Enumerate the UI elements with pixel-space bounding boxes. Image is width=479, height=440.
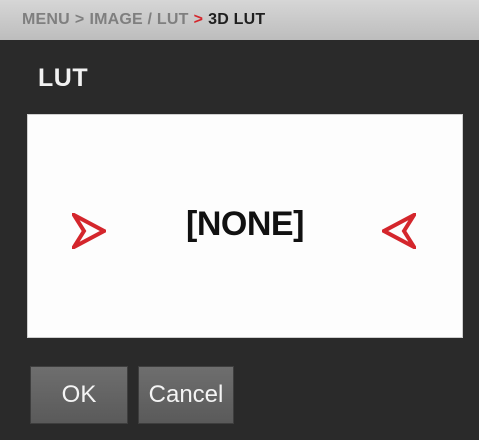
lut-selector-panel: [NONE] bbox=[27, 114, 463, 338]
page-title: LUT bbox=[38, 64, 89, 92]
breadcrumb-separator-active: > bbox=[193, 11, 204, 28]
chevron-left-icon[interactable] bbox=[382, 213, 416, 249]
breadcrumb-current: 3D LUT bbox=[208, 11, 266, 28]
lut-screen: MENU > IMAGE / LUT > 3D LUT LUT [NONE] O… bbox=[0, 0, 479, 440]
breadcrumb-image-lut[interactable]: IMAGE / LUT bbox=[89, 11, 188, 29]
breadcrumb-menu[interactable]: MENU bbox=[22, 11, 70, 29]
cancel-button[interactable]: Cancel bbox=[138, 366, 234, 424]
breadcrumb-separator: > bbox=[74, 11, 85, 28]
breadcrumb: MENU > IMAGE / LUT > 3D LUT bbox=[0, 0, 479, 40]
ok-button[interactable]: OK bbox=[30, 366, 128, 424]
